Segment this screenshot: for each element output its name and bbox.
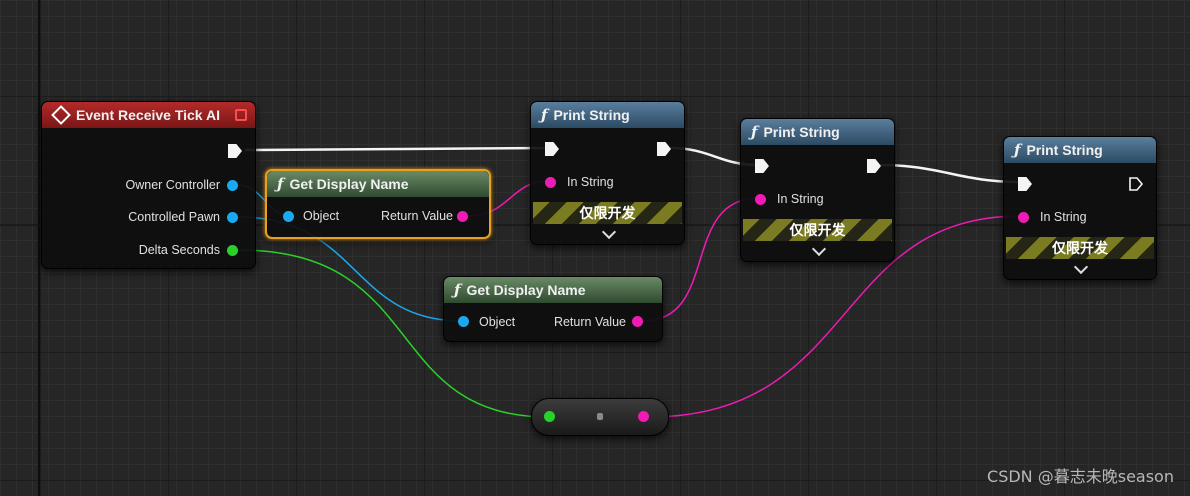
in-string-label: In String [567,175,614,189]
object-input-pin[interactable] [283,211,294,222]
event-stop-icon [235,109,247,121]
print-string-node-1[interactable]: ƒ Print String In String 仅限开发 [530,101,685,245]
node-title: Print String [553,107,630,123]
expand-chevron-icon[interactable] [601,224,616,240]
blueprint-graph-canvas[interactable]: Event Receive Tick AI Owner Controller C… [0,0,1190,496]
exec-in-pin[interactable] [755,159,769,173]
function-f-icon: ƒ [454,281,461,299]
node-title: Event Receive Tick AI [76,107,220,123]
node-title: Print String [1026,142,1103,158]
return-value-label: Return Value [380,209,453,223]
exec-out-pin[interactable] [228,144,242,158]
event-diamond-icon [51,105,71,125]
node-title: Get Display Name [289,176,409,192]
node-header[interactable]: ƒ Print String [1004,137,1156,163]
exec-out-pin-unconnected[interactable] [1128,176,1144,192]
node-header[interactable]: Event Receive Tick AI [42,102,255,128]
get-display-name-node-2[interactable]: ƒ Get Display Name Object Return Value [443,276,663,342]
controlled-pawn-pin[interactable] [227,212,238,223]
in-string-label: In String [1040,210,1087,224]
watermark-text: CSDN @暮志未晚season [987,467,1174,486]
return-value-pin[interactable] [632,316,643,327]
exec-out-pin[interactable] [657,142,671,156]
owner-controller-pin[interactable] [227,180,238,191]
in-string-label: In String [777,192,824,206]
delta-seconds-label: Delta Seconds [138,243,220,257]
development-only-banner: 仅限开发 [743,219,892,241]
return-value-label: Return Value [553,315,626,329]
exec-in-pin[interactable] [1018,177,1032,191]
function-f-icon: ƒ [1014,141,1021,159]
event-receive-tick-ai-node[interactable]: Event Receive Tick AI Owner Controller C… [41,101,256,269]
string-output-pin[interactable] [638,411,649,422]
expand-chevron-icon[interactable] [1073,259,1089,275]
function-f-icon: ƒ [277,175,284,193]
exec-in-pin[interactable] [545,142,559,156]
development-only-banner: 仅限开发 [533,202,682,224]
exec-out-pin[interactable] [867,159,881,173]
object-label: Object [303,209,340,223]
node-header[interactable]: ƒ Print String [531,102,684,128]
function-f-icon: ƒ [541,106,548,124]
get-display-name-node-1[interactable]: ƒ Get Display Name Object Return Value [265,169,491,239]
node-title: Get Display Name [466,282,586,298]
owner-controller-label: Owner Controller [125,178,220,192]
delta-seconds-pin[interactable] [227,245,238,256]
return-value-pin[interactable] [457,211,468,222]
exec-wire-event-to-print1[interactable] [244,146,549,152]
node-header[interactable]: ƒ Print String [741,119,894,145]
exec-wire-print2-to-print3[interactable] [879,163,1021,184]
float-to-string-conversion-node[interactable] [531,398,669,436]
controlled-pawn-label: Controlled Pawn [128,210,220,224]
node-header[interactable]: ƒ Get Display Name [444,277,662,303]
development-only-banner: 仅限开发 [1006,237,1154,259]
float-input-pin[interactable] [544,411,555,422]
object-input-pin[interactable] [458,316,469,327]
in-string-pin[interactable] [545,177,556,188]
node-header[interactable]: ƒ Get Display Name [267,171,489,197]
in-string-pin[interactable] [1018,212,1029,223]
float-to-string-conversion-icon [597,413,603,420]
expand-chevron-icon[interactable] [811,241,826,257]
print-string-node-3[interactable]: ƒ Print String In String 仅限开发 [1003,136,1157,280]
in-string-pin[interactable] [755,194,766,205]
function-f-icon: ƒ [751,123,758,141]
object-label: Object [479,315,516,329]
print-string-node-2[interactable]: ƒ Print String In String 仅限开发 [740,118,895,262]
node-title: Print String [763,124,840,140]
